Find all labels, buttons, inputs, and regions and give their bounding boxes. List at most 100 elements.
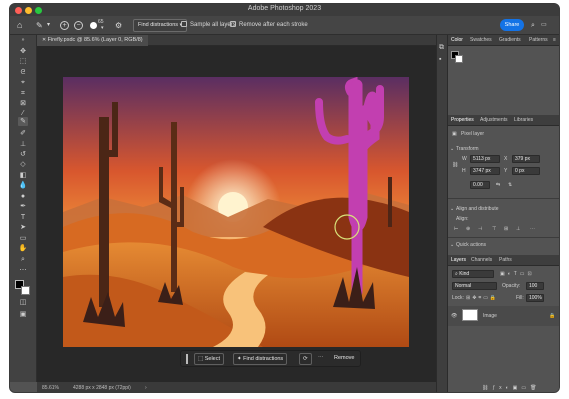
tab-gradients[interactable]: Gradients xyxy=(499,36,521,45)
home-icon[interactable]: ⌂ xyxy=(17,20,22,31)
transform-header[interactable]: Transform xyxy=(456,145,479,153)
quick-mask-icon[interactable]: ◫ xyxy=(18,298,28,307)
x-field[interactable]: 379 px xyxy=(512,155,540,163)
link-icon[interactable]: ⛓ xyxy=(452,161,458,169)
height-field[interactable]: 3747 px xyxy=(470,167,500,175)
more-tools-icon[interactable]: ⋯ xyxy=(18,266,28,275)
drag-handle-icon[interactable] xyxy=(186,354,188,364)
sample-all-layers-checkbox[interactable]: Sample all layers xyxy=(181,20,236,31)
align-right-icon[interactable]: ⊣ xyxy=(478,225,482,233)
tab-paths[interactable]: Paths xyxy=(499,256,512,265)
marquee-tool-icon[interactable]: ⬚ xyxy=(18,57,28,66)
remove-tool-icon[interactable]: ✎ xyxy=(18,117,28,126)
find-distractions-button[interactable]: ✦ Find distractions xyxy=(233,353,288,365)
crop-tool-icon[interactable]: ⌗ xyxy=(18,89,28,98)
dodge-tool-icon[interactable]: ● xyxy=(18,192,28,201)
opacity-field[interactable]: 100 xyxy=(526,282,544,290)
hand-tool-icon[interactable]: ✋ xyxy=(18,244,28,253)
comment-icon[interactable]: ▪ xyxy=(439,56,441,63)
tab-layers[interactable]: Layers xyxy=(451,256,466,265)
blur-tool-icon[interactable]: 💧 xyxy=(18,181,28,190)
object-selection-tool-icon[interactable]: ⌖ xyxy=(18,78,28,87)
gradient-tool-icon[interactable]: ◧ xyxy=(18,171,28,180)
layer-kind-filter[interactable]: ⌕ Kind xyxy=(452,270,494,278)
remove-tool-icon[interactable]: ✎ xyxy=(36,20,43,31)
remove-button[interactable]: Remove xyxy=(331,353,357,365)
align-center-icon[interactable]: ⊕ xyxy=(466,225,470,233)
document-tab[interactable]: ✕ Firefly.psdc @ 85.6% (Layer 0, RGB/8) xyxy=(37,35,148,46)
select-button[interactable]: ⬚ Select xyxy=(194,353,225,365)
canvas-workspace[interactable]: ⬚ Select ✦ Find distractions ⟳ ⋯ Remove xyxy=(37,46,436,382)
brush-size-chevron-icon[interactable]: ▾ xyxy=(101,23,104,34)
share-button[interactable]: Share xyxy=(500,19,524,31)
pen-tool-icon[interactable]: ✒ xyxy=(18,202,28,211)
document-info[interactable]: 4288 px x 2848 px (72ppi) xyxy=(73,382,131,392)
layer-row[interactable]: 👁 Image 🔒 xyxy=(448,306,559,326)
color-panel-tabs: Color Swatches Gradients Patterns ≡ xyxy=(448,35,559,46)
history-brush-tool-icon[interactable]: ↺ xyxy=(18,150,28,159)
zoom-tool-icon[interactable]: ⌕ xyxy=(18,255,28,264)
add-mode-icon[interactable]: + xyxy=(60,21,69,30)
layer-footer-icons[interactable]: ⛓ƒx◐▣▭🗑 xyxy=(482,384,540,392)
fill-field[interactable]: 100% xyxy=(526,294,544,302)
lasso-tool-icon[interactable]: ᘓ xyxy=(18,68,28,77)
type-tool-icon[interactable]: T xyxy=(18,213,28,222)
move-tool-icon[interactable]: ✥ xyxy=(18,47,28,56)
search-icon[interactable]: ⌕ xyxy=(531,20,535,31)
tab-libraries[interactable]: Libraries xyxy=(514,116,533,125)
align-chevron-icon[interactable]: ⌄ xyxy=(450,205,454,213)
rectangle-tool-icon[interactable]: ▭ xyxy=(18,234,28,243)
align-left-icon[interactable]: ⊢ xyxy=(454,225,458,233)
more-options-button[interactable]: ⋯ xyxy=(315,353,327,365)
tab-swatches[interactable]: Swatches xyxy=(470,36,492,45)
zoom-level[interactable]: 85.61% xyxy=(42,382,59,392)
quick-actions-header[interactable]: Quick actions xyxy=(456,241,486,249)
align-top-icon[interactable]: ⊤ xyxy=(492,225,496,233)
align-header[interactable]: Align and distribute xyxy=(456,205,499,213)
transform-chevron-icon[interactable]: ⌄ xyxy=(450,145,454,153)
flip-vertical-icon[interactable]: ⇅ xyxy=(508,181,512,189)
sample-all-layers-label: Sample all layers xyxy=(190,22,236,28)
y-field[interactable]: 0 px xyxy=(512,167,540,175)
opacity-label: Opacity: xyxy=(502,283,521,289)
history-icon[interactable]: ⧉ xyxy=(439,44,444,52)
refresh-button[interactable]: ⟳ xyxy=(299,353,312,365)
background-color-swatch[interactable] xyxy=(21,286,30,295)
airbrush-settings-icon[interactable]: ⚙ xyxy=(115,20,122,31)
remove-after-stroke-checkbox[interactable]: Remove after each stroke xyxy=(230,20,308,31)
brush-tool-icon[interactable]: ✐ xyxy=(18,129,28,138)
width-field[interactable]: 5113 px xyxy=(470,155,500,163)
flip-horizontal-icon[interactable]: ⇆ xyxy=(496,181,500,189)
tab-adjustments[interactable]: Adjustments xyxy=(480,116,508,125)
subtract-mode-icon[interactable]: − xyxy=(74,21,83,30)
brush-preview-icon[interactable] xyxy=(90,22,97,29)
screen-mode-icon[interactable]: ▣ xyxy=(18,310,28,319)
frame-tool-icon[interactable]: ⊠ xyxy=(18,99,28,108)
find-distractions-dropdown[interactable]: Find distractions ▾ xyxy=(133,19,188,32)
align-middle-icon[interactable]: ⊞ xyxy=(504,225,508,233)
pixel-layer-icon: ▣ xyxy=(452,131,457,137)
blend-mode-select[interactable]: Normal xyxy=(452,282,497,290)
tab-color[interactable]: Color xyxy=(451,36,463,45)
lock-options-icons[interactable]: ⊞✥⌗▭🔒 xyxy=(466,294,498,302)
chevron-down-icon[interactable]: ▾ xyxy=(47,20,50,31)
tab-channels[interactable]: Channels xyxy=(471,256,492,265)
layer-filter-icons[interactable]: ▣◐T▭⊡ xyxy=(500,270,535,278)
visibility-eye-icon[interactable]: 👁 xyxy=(451,312,457,320)
clone-stamp-tool-icon[interactable]: ⊥ xyxy=(18,140,28,149)
layer-name[interactable]: Image xyxy=(483,312,497,320)
more-align-icon[interactable]: ⋯ xyxy=(530,225,535,233)
collapse-panel-icon[interactable]: » xyxy=(18,36,28,45)
path-selection-tool-icon[interactable]: ➤ xyxy=(18,223,28,232)
angle-field[interactable]: 0.00 xyxy=(470,181,490,189)
align-bottom-icon[interactable]: ⊥ xyxy=(516,225,520,233)
tab-patterns[interactable]: Patterns xyxy=(529,36,548,45)
eraser-tool-icon[interactable]: ◇ xyxy=(18,160,28,169)
tab-properties[interactable]: Properties xyxy=(451,116,474,125)
document-canvas[interactable] xyxy=(63,77,409,347)
panel-menu-icon[interactable]: ≡ xyxy=(553,36,556,45)
workspace-icon[interactable]: ▭ xyxy=(541,20,547,31)
background-color-chip[interactable] xyxy=(455,55,463,63)
quick-actions-chevron-icon[interactable]: ⌄ xyxy=(450,241,454,249)
status-chevron-icon[interactable]: › xyxy=(145,382,147,392)
